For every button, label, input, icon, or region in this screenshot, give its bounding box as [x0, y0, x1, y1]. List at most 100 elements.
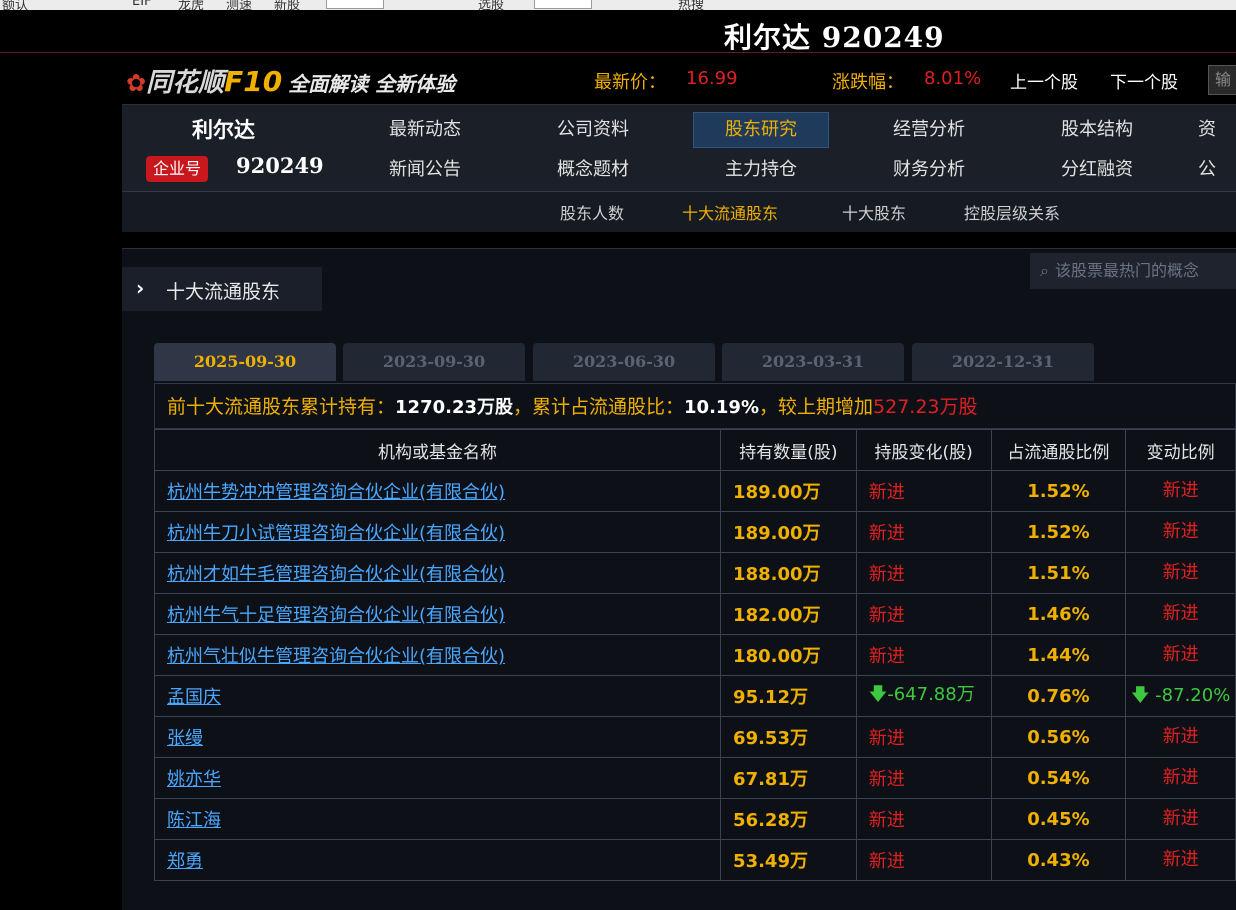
holder-name-cell: 张缦 — [153, 716, 722, 758]
circulating-ratio-cell: 0.54% — [990, 757, 1127, 799]
col-header-ratio[interactable]: 占流通股比例 — [990, 429, 1127, 471]
holder-name-link[interactable]: 张缦 — [167, 728, 203, 749]
subnav-holding-structure[interactable]: 控股层级关系 — [964, 200, 1060, 224]
nav-shareholder-research[interactable]: 股东研究 — [693, 112, 829, 148]
holder-name-cell: 姚亦华 — [153, 757, 722, 799]
holding-qty-cell: 67.81万 — [720, 757, 857, 799]
change-rate-cell: 新进 — [1125, 716, 1236, 758]
holding-change-value: 新进 — [868, 728, 905, 749]
tab-period[interactable]: 2023-03-31 — [722, 343, 904, 381]
nav-announcements[interactable]: 新闻公告 — [358, 153, 492, 187]
nav-more-row2[interactable]: 公 — [1198, 153, 1236, 187]
subnav-top10-circulating[interactable]: 十大流通股东 — [682, 200, 778, 224]
nav-concepts[interactable]: 概念题材 — [526, 153, 660, 187]
nav-panel: 利尔达 企业号 920249 最新动态 公司资料 股东研究 经营分析 股本结构 … — [122, 104, 1236, 232]
holding-change-cell: 新进 — [855, 511, 992, 553]
holding-change-cell: 🡇-647.88万 — [855, 675, 992, 717]
change-rate-value: 新进 — [1162, 726, 1199, 747]
holding-qty-cell: 188.00万 — [720, 552, 857, 594]
toolbar-item[interactable]: 龙虎 — [178, 0, 204, 10]
holding-change-value: 新进 — [868, 851, 905, 872]
tab-period[interactable]: 2023-06-30 — [533, 343, 715, 381]
holder-name-link[interactable]: 杭州牛气十足管理咨询合伙企业(有限合伙) — [167, 605, 505, 626]
page-title: 利尔达 920249 — [724, 21, 945, 54]
nav-financial-analysis[interactable]: 财务分析 — [862, 153, 996, 187]
holder-name-link[interactable]: 孟国庆 — [167, 687, 221, 708]
tab-period[interactable]: 2022-12-31 — [912, 343, 1094, 381]
toolbar-item[interactable]: 选股 — [478, 0, 504, 10]
holding-change-cell: 新进 — [855, 634, 992, 676]
holder-name-link[interactable]: 郑勇 — [167, 851, 203, 872]
holder-name-link[interactable]: 陈江海 — [167, 810, 221, 831]
table-body: 杭州牛势冲冲管理咨询合伙企业(有限合伙) 189.00万 新进 1.52% 新进 杭州牛刀… — [153, 470, 1236, 881]
section-title: 十大流通股东 — [166, 281, 281, 303]
header: ✿同花顺F10 全面解读 全新体验 最新价： 16.99 涨跌幅： 8.01% 上… — [122, 56, 1236, 102]
logo: ✿同花顺F10 全面解读 全新体验 — [126, 62, 455, 99]
stock-name: 利尔达 — [192, 118, 255, 142]
prev-stock-button[interactable]: 上一个股 — [1010, 68, 1078, 93]
latest-price-label: 最新价： — [594, 72, 666, 93]
circulating-ratio-cell: 1.44% — [990, 634, 1127, 676]
holding-qty-cell: 189.00万 — [720, 511, 857, 553]
change-rate-value: 新进 — [1162, 808, 1199, 829]
circulating-ratio-cell: 0.56% — [990, 716, 1127, 758]
toolbar-input[interactable] — [326, 0, 384, 9]
circulating-ratio-cell: 1.46% — [990, 593, 1127, 635]
arrow-down-icon: 🡇 — [1130, 685, 1156, 706]
nav-company-info[interactable]: 公司资料 — [526, 113, 660, 147]
col-header-name[interactable]: 机构或基金名称 — [153, 429, 722, 471]
col-header-qty[interactable]: 持有数量(股) — [720, 429, 857, 471]
holder-name-link[interactable]: 杭州牛刀小试管理咨询合伙企业(有限合伙) — [167, 523, 505, 544]
next-stock-button[interactable]: 下一个股 — [1110, 68, 1178, 93]
change-rate-value: 新进 — [1162, 562, 1199, 583]
holding-change-cell: 新进 — [855, 716, 992, 758]
toolbar-item[interactable]: EIF — [132, 0, 152, 9]
table-header-row: 机构或基金名称 持有数量(股) 持股变化(股) 占流通股比例 变动比例 — [153, 429, 1236, 471]
summary-text: ，累计占流通股比： — [513, 396, 685, 418]
holding-change-cell: 新进 — [855, 552, 992, 594]
toolbar-item[interactable]: 新股 — [274, 0, 300, 10]
change-pct-label: 涨跌幅： — [832, 72, 904, 93]
holder-name-link[interactable]: 杭州才如牛毛管理咨询合伙企业(有限合伙) — [167, 564, 505, 585]
subnav-top10-shareholders[interactable]: 十大股东 — [842, 200, 906, 224]
change-rate-value: 新进 — [1162, 603, 1199, 624]
concept-search-input[interactable]: ⌕ 该股票最热门的概念 — [1030, 253, 1236, 289]
subnav-shareholder-count[interactable]: 股东人数 — [560, 200, 624, 224]
flower-logo-icon: ✿ — [126, 69, 147, 97]
nav-main-holdings[interactable]: 主力持仓 — [694, 153, 828, 187]
nav-capital-structure[interactable]: 股本结构 — [1030, 113, 1164, 147]
table-row: 陈江海 56.28万 新进 0.45% 新进 — [153, 798, 1236, 840]
toolbar-input[interactable] — [534, 0, 592, 9]
col-header-rate[interactable]: 变动比例 — [1125, 429, 1236, 471]
circulating-ratio-cell: 0.43% — [990, 839, 1127, 881]
top10-circulating-section: › 十大流通股东 ⌕ 该股票最热门的概念 2025-09-30 2023-09-3… — [122, 248, 1236, 910]
tab-period[interactable]: 2025-09-30 — [154, 343, 336, 381]
logo-brand: 同花顺 — [146, 68, 225, 98]
enterprise-badge[interactable]: 企业号 — [146, 156, 208, 182]
toolbar-item[interactable]: 测速 — [226, 0, 252, 10]
holding-qty-cell: 69.53万 — [720, 716, 857, 758]
nav-latest-news[interactable]: 最新动态 — [358, 113, 492, 147]
holding-change-cell: 新进 — [855, 470, 992, 512]
nav-more-row1[interactable]: 资 — [1198, 113, 1236, 147]
holder-name-link[interactable]: 姚亦华 — [167, 769, 221, 790]
holding-qty-cell: 95.12万 — [720, 675, 857, 717]
col-header-change[interactable]: 持股变化(股) — [855, 429, 992, 471]
holding-change-cell: 新进 — [855, 593, 992, 635]
holder-name-cell: 杭州牛刀小试管理咨询合伙企业(有限合伙) — [153, 511, 722, 553]
stock-search-input[interactable]: 输 — [1208, 65, 1236, 95]
table-row: 孟国庆 95.12万 🡇-647.88万 0.76% 🡇 -87.20% — [153, 675, 1236, 717]
holder-name-link[interactable]: 杭州气壮似牛管理咨询合伙企业(有限合伙) — [167, 646, 505, 667]
tab-period[interactable]: 2023-09-30 — [343, 343, 525, 381]
holder-name-cell: 杭州才如牛毛管理咨询合伙企业(有限合伙) — [153, 552, 722, 594]
holder-name-link[interactable]: 杭州牛势冲冲管理咨询合伙企业(有限合伙) — [167, 482, 505, 503]
toolbar-item[interactable]: 热搜 — [678, 0, 704, 10]
nav-operation-analysis[interactable]: 经营分析 — [862, 113, 996, 147]
holding-change-value: 新进 — [868, 523, 905, 544]
change-rate-cell: 新进 — [1125, 552, 1236, 594]
logo-f10: F10 — [224, 65, 283, 98]
summary-total-ratio: 10.19% — [684, 397, 759, 418]
toolbar-item[interactable]: 额认 — [2, 0, 28, 10]
holding-change-value: 新进 — [868, 810, 905, 831]
nav-dividend-financing[interactable]: 分红融资 — [1030, 153, 1164, 187]
